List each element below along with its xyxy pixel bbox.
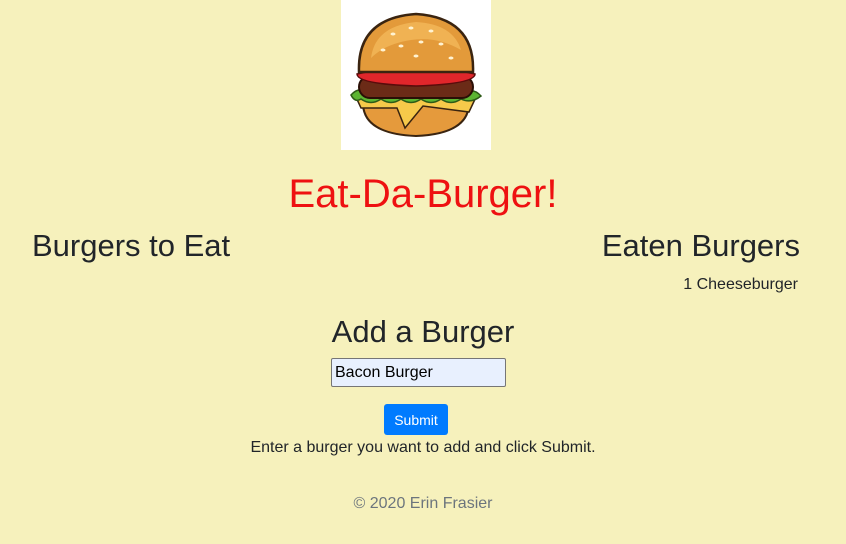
submit-button[interactable]: Submit <box>384 404 448 435</box>
eaten-burgers-heading: Eaten Burgers <box>601 228 800 263</box>
burger-name-input[interactable] <box>331 358 506 387</box>
burger-icon <box>350 12 483 138</box>
page: Eat-Da-Burger! Burgers to Eat Eaten Burg… <box>0 0 846 544</box>
page-title: Eat-Da-Burger! <box>288 172 558 216</box>
footer-copyright: © 2020 Erin Frasier <box>353 495 493 512</box>
burgers-to-eat-heading: Burgers to Eat <box>32 228 231 263</box>
eaten-burger-item: 1 Cheeseburger <box>683 276 798 293</box>
instructions-text: Enter a burger you want to add and click… <box>250 439 596 456</box>
add-burger-heading: Add a Burger <box>331 314 515 349</box>
burger-logo <box>341 0 491 150</box>
eaten-burgers-list: 1 Cheeseburger <box>683 274 798 296</box>
